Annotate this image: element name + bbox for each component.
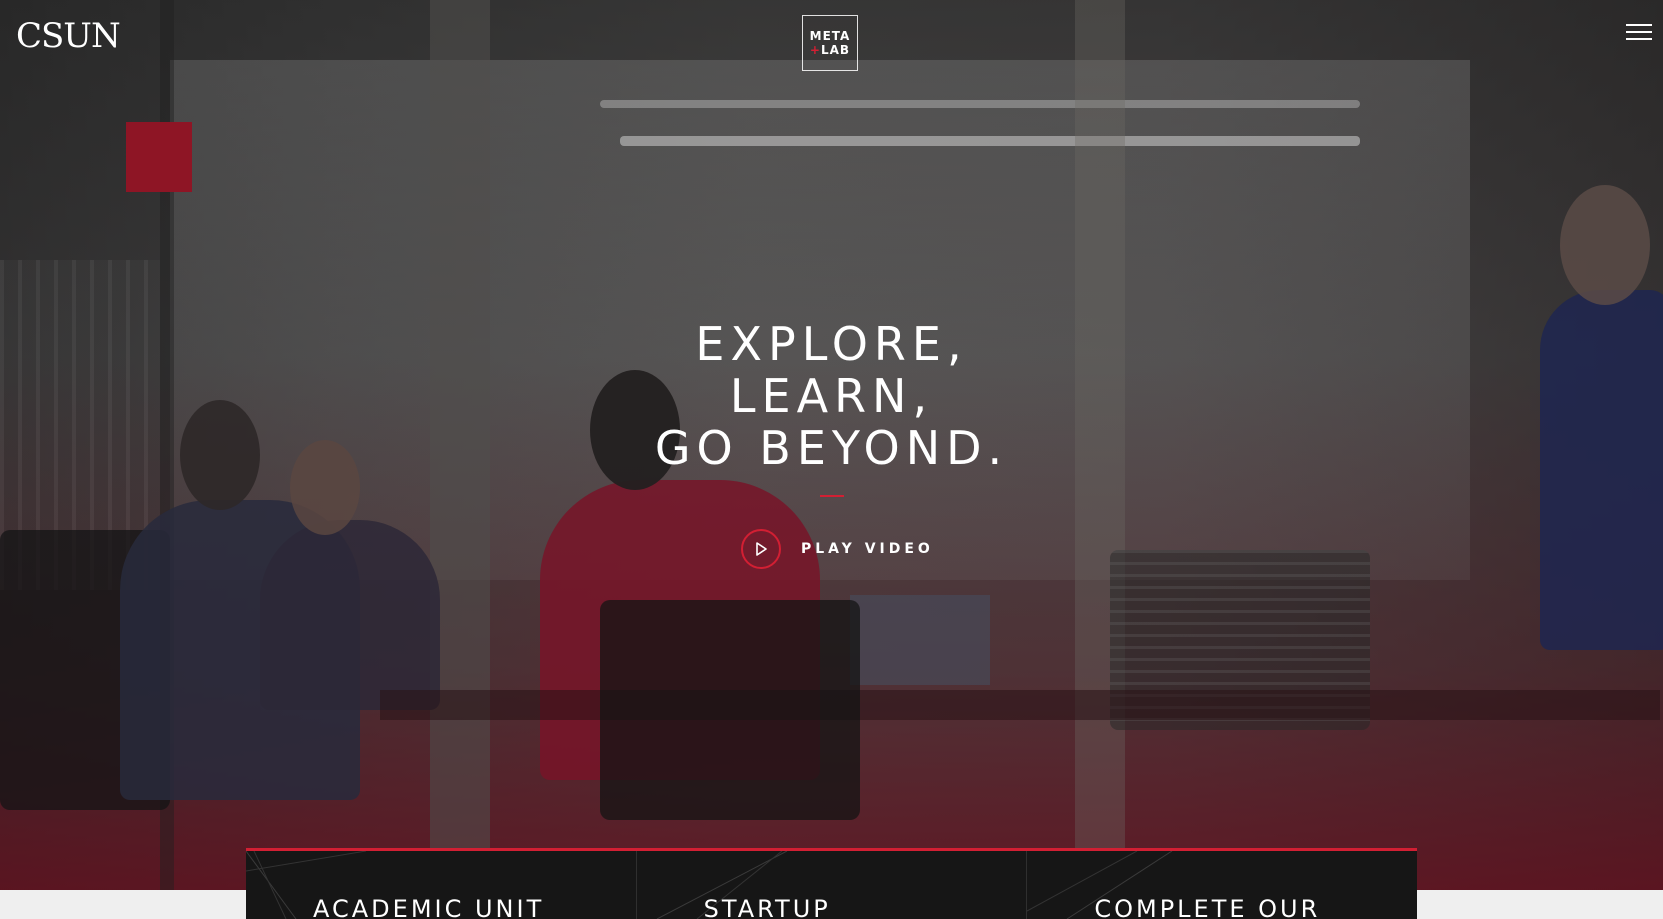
headline-line-1: EXPLORE,: [695, 317, 968, 371]
decorative-lines: [656, 851, 787, 919]
chair: [600, 600, 860, 820]
card-title: COMPLETE OUR: [1094, 895, 1321, 919]
logo-plus: +: [809, 43, 821, 57]
menu-line: [1626, 24, 1652, 26]
feature-cards: ACADEMIC UNIT STARTUP COMPLETE OUR: [246, 851, 1417, 919]
hamburger-menu-icon[interactable]: [1626, 22, 1652, 42]
person: [260, 520, 440, 710]
headline-line-3: GO BEYOND.: [654, 421, 1009, 475]
card-academic-unit[interactable]: ACADEMIC UNIT: [246, 851, 637, 919]
card-complete-our[interactable]: COMPLETE OUR: [1027, 851, 1417, 919]
logo-lab-text: LAB: [820, 43, 851, 57]
wall-sign: [126, 122, 192, 192]
ceiling-light: [600, 100, 1360, 108]
menu-line: [1626, 31, 1652, 33]
meta-lab-logo[interactable]: META +LAB: [802, 15, 858, 71]
menu-line: [1626, 38, 1652, 40]
play-video-label: PLAY VIDEO: [801, 541, 934, 557]
play-icon[interactable]: [741, 529, 781, 569]
divider: [820, 495, 844, 497]
page: CSUN META +LAB EXPLORE, LEARN, GO BEYOND…: [0, 0, 1663, 919]
card-startup[interactable]: STARTUP: [637, 851, 1028, 919]
play-video-button[interactable]: PLAY VIDEO: [741, 527, 934, 571]
person-head: [1560, 185, 1650, 305]
logo-line-meta: META: [809, 29, 851, 43]
laptop: [850, 595, 990, 685]
csun-logo[interactable]: CSUN: [16, 16, 121, 56]
card-title: STARTUP: [703, 895, 831, 919]
headline-line-2: LEARN,: [729, 369, 934, 423]
logo-line-lab: +LAB: [803, 43, 857, 57]
card-title: ACADEMIC UNIT: [313, 895, 545, 919]
table: [380, 690, 1660, 720]
ceiling-light: [620, 136, 1360, 146]
hero-headline: EXPLORE, LEARN, GO BEYOND.: [0, 318, 1663, 474]
